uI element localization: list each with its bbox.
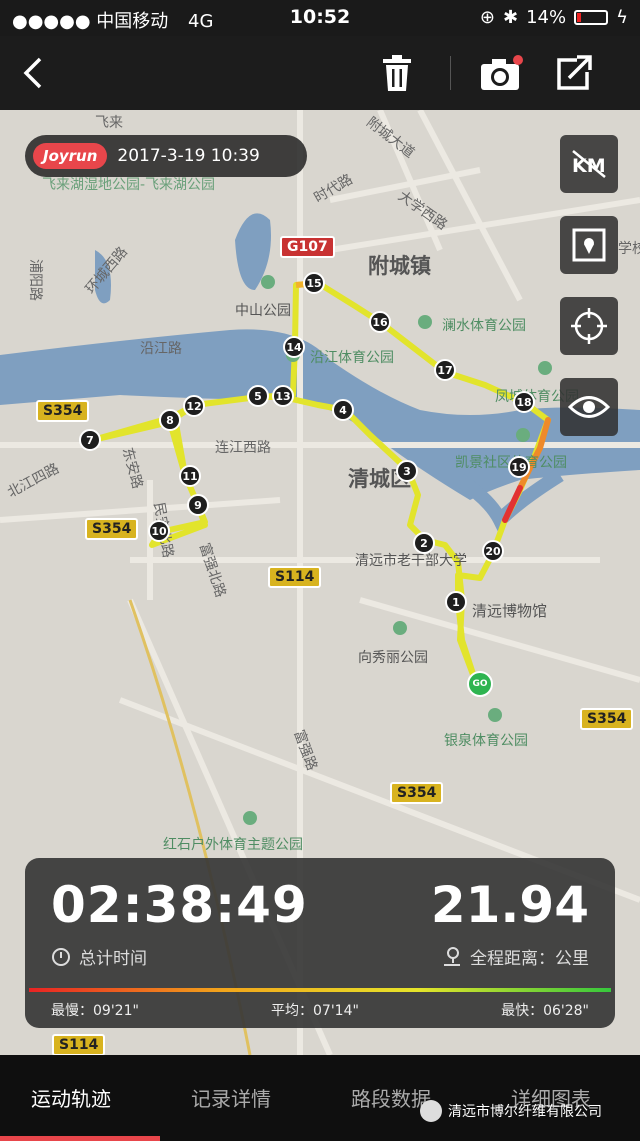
map-style-icon <box>572 228 606 262</box>
slowest-pace: 最慢：09'21" <box>51 1003 139 1019</box>
map-label: 清远博物馆 <box>472 602 548 620</box>
watermark: 清远市博尔纤维有限公司 <box>420 1100 602 1122</box>
stats-panel: 02:38:49 21.94 总计时间 全程距离：公里 最慢：09'21" 平均… <box>25 858 615 1028</box>
map-label: 学校 <box>618 241 640 257</box>
location-pin-icon <box>444 946 460 966</box>
km-toggle-button[interactable]: KM <box>560 135 618 193</box>
locate-icon <box>571 308 607 344</box>
map-label: 浦阳路 <box>27 259 43 301</box>
eye-icon <box>568 396 610 418</box>
toolbar-divider <box>450 56 451 90</box>
app-logo: Joyrun <box>33 143 108 169</box>
km-marker-10[interactable]: 10 <box>148 520 170 542</box>
clock-icon <box>52 947 70 966</box>
park-icon <box>538 361 552 375</box>
battery-percent: 14% <box>526 7 567 28</box>
highway-shield: S354 <box>85 518 139 540</box>
highway-shield: S354 <box>36 400 90 422</box>
duration-label-row: 总计时间 <box>51 944 147 969</box>
highway-shield: S114 <box>268 566 322 588</box>
km-marker-19[interactable]: 19 <box>508 456 530 478</box>
park-icon <box>418 315 432 329</box>
km-marker-16[interactable]: 16 <box>369 311 391 333</box>
locate-button[interactable] <box>560 297 618 355</box>
start-marker[interactable]: GO <box>467 671 493 697</box>
active-tab-indicator <box>0 1136 160 1141</box>
total-distance: 21.94 <box>430 876 589 934</box>
total-duration: 02:38:49 <box>51 876 308 934</box>
average-pace: 平均：07'14" <box>271 1003 359 1019</box>
map-label: 清远市老干部大学 <box>355 553 467 569</box>
delete-button[interactable] <box>374 50 420 96</box>
distance-label-row: 全程距离：公里 <box>442 944 589 969</box>
status-icons: ⊕ ✱ 14% ϟ <box>480 7 628 28</box>
highway-shield: G107 <box>280 236 335 258</box>
park-icon <box>243 811 257 825</box>
bluetooth-icon: ✱ <box>503 7 519 28</box>
map-label: 连江西路 <box>215 440 271 456</box>
tab-track[interactable]: 运动轨迹 <box>31 1083 111 1112</box>
map-label: 红石户外体育主题公园 <box>163 837 303 853</box>
km-marker-5[interactable]: 5 <box>247 385 269 407</box>
charging-icon: ϟ <box>616 7 628 28</box>
highway-shield: S354 <box>390 782 444 804</box>
pace-gradient-bar <box>29 988 611 992</box>
km-marker-17[interactable]: 17 <box>434 359 456 381</box>
km-marker-8[interactable]: 8 <box>159 409 181 431</box>
km-marker-20[interactable]: 20 <box>482 540 504 562</box>
visibility-button[interactable] <box>560 378 618 436</box>
back-button[interactable] <box>10 50 56 96</box>
km-marker-7[interactable]: 7 <box>79 429 101 451</box>
chevron-left-icon <box>23 57 42 89</box>
watermark-text: 清远市博尔纤维有限公司 <box>448 1104 602 1120</box>
map-label: 飞来 <box>95 115 123 131</box>
tab-segment-data[interactable]: 路段数据 <box>351 1083 431 1112</box>
status-bar: ●●●●● 中国移动 4G 10:52 ⊕ ✱ 14% ϟ <box>0 0 640 36</box>
map-label: 向秀丽公园 <box>358 650 428 666</box>
toolbar <box>0 36 640 110</box>
park-icon <box>393 621 407 635</box>
map-label: 沿江体育公园 <box>310 350 394 366</box>
fastest-pace: 最快：06'28" <box>501 1003 589 1019</box>
km-marker-3[interactable]: 3 <box>396 460 418 482</box>
highway-shield: S354 <box>580 708 634 730</box>
tab-record-details[interactable]: 记录详情 <box>191 1083 271 1112</box>
park-icon <box>488 708 502 722</box>
lock-rotation-icon: ⊕ <box>479 7 496 28</box>
map-style-button[interactable] <box>560 216 618 274</box>
km-marker-4[interactable]: 4 <box>332 399 354 421</box>
map-label: 附城镇 <box>368 254 431 278</box>
km-marker-12[interactable]: 12 <box>183 395 205 417</box>
run-datetime: 2017-3-19 10:39 <box>117 146 260 166</box>
km-marker-13[interactable]: 13 <box>272 385 294 407</box>
map-label: 沿江路 <box>140 341 182 357</box>
share-button[interactable] <box>550 50 596 96</box>
highway-shield: S114 <box>52 1034 106 1055</box>
park-icon <box>261 275 275 289</box>
map-label: 飞来湖湿地公园-飞来湖公园 <box>42 177 216 193</box>
km-marker-2[interactable]: 2 <box>413 532 435 554</box>
km-marker-11[interactable]: 11 <box>179 465 201 487</box>
km-marker-9[interactable]: 9 <box>187 494 209 516</box>
km-marker-1[interactable]: 1 <box>445 591 467 613</box>
camera-icon <box>481 55 523 90</box>
map-label: 银泉体育公园 <box>444 733 528 749</box>
bottom-tabs: 运动轨迹 记录详情 路段数据 详细图表 <box>0 1055 640 1141</box>
km-marker-18[interactable]: 18 <box>513 391 535 413</box>
trash-icon <box>383 55 411 91</box>
run-date-pill: Joyrun 2017-3-19 10:39 <box>25 135 307 177</box>
duration-label: 总计时间 <box>79 949 147 969</box>
park-icon <box>516 428 530 442</box>
battery-icon <box>574 10 609 25</box>
km-toggle-icon: KM <box>572 150 606 178</box>
wechat-icon <box>420 1100 442 1122</box>
map-label: 澜水体育公园 <box>442 318 526 334</box>
km-marker-14[interactable]: 14 <box>283 336 305 358</box>
share-icon <box>557 55 592 90</box>
distance-label: 全程距离：公里 <box>470 949 589 969</box>
km-marker-15[interactable]: 15 <box>303 272 325 294</box>
map-label: 中山公园 <box>235 303 291 319</box>
camera-button[interactable] <box>478 50 524 96</box>
